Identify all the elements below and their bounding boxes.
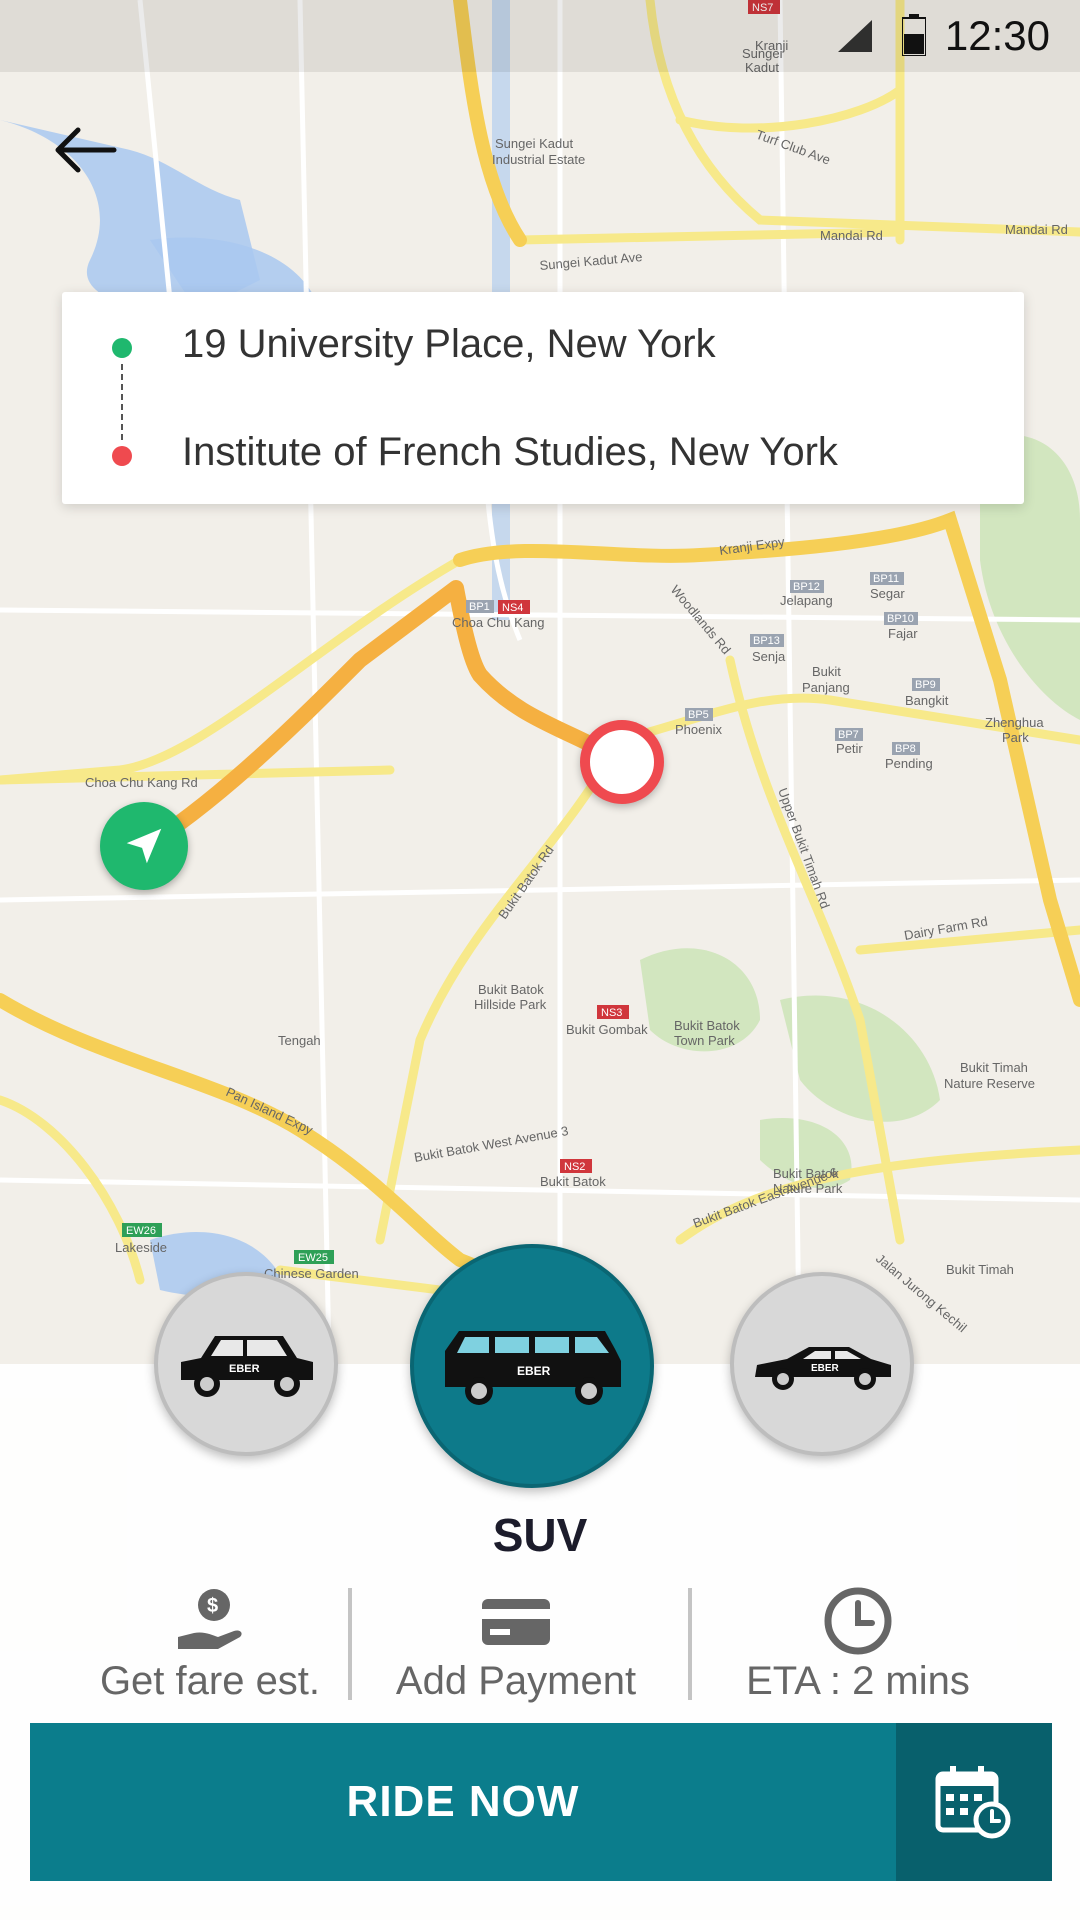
- navigation-arrow-icon: [126, 828, 162, 864]
- credit-card-icon: [482, 1599, 550, 1645]
- vehicle-option-sedan[interactable]: EBER: [730, 1272, 914, 1456]
- signal-icon: [838, 20, 872, 52]
- svg-text:BP7: BP7: [838, 729, 859, 741]
- svg-text:Bukit Timah: Bukit Timah: [960, 1060, 1028, 1075]
- svg-text:BP13: BP13: [753, 635, 780, 647]
- back-button[interactable]: [50, 120, 130, 200]
- svg-text:Phoenix: Phoenix: [675, 722, 722, 737]
- svg-text:Jelapang: Jelapang: [780, 593, 833, 608]
- ride-now-label: RIDE NOW: [346, 1777, 580, 1826]
- svg-text:BP10: BP10: [887, 613, 914, 625]
- fare-estimate-button[interactable]: $ Get fare est.: [40, 1585, 380, 1704]
- eta-label: ETA : 2 mins: [746, 1659, 970, 1703]
- svg-text:BP1: BP1: [469, 601, 490, 613]
- svg-text:Bukit Timah: Bukit Timah: [946, 1262, 1014, 1277]
- suv-car-icon: EBER: [445, 1331, 621, 1405]
- svg-text:Park: Park: [1002, 730, 1029, 745]
- svg-text:$: $: [207, 1595, 218, 1617]
- eta-info: ETA : 2 mins: [688, 1585, 1028, 1704]
- svg-text:Hillside Park: Hillside Park: [474, 997, 547, 1012]
- selected-vehicle-name: SUV: [492, 1509, 588, 1561]
- dropoff-marker[interactable]: [580, 720, 664, 804]
- svg-text:Bukit Batok: Bukit Batok: [478, 982, 544, 997]
- svg-text:Lakeside: Lakeside: [115, 1240, 167, 1255]
- svg-text:Tengah: Tengah: [278, 1033, 321, 1048]
- status-time: 12:30: [944, 12, 1050, 59]
- svg-text:BP12: BP12: [793, 581, 820, 593]
- svg-text:Senja: Senja: [752, 649, 786, 664]
- svg-text:Zhenghua: Zhenghua: [985, 715, 1044, 730]
- add-payment-button[interactable]: Add Payment: [346, 1585, 686, 1704]
- battery-icon: [902, 14, 926, 56]
- svg-text:BP9: BP9: [915, 679, 936, 691]
- dropoff-dot-icon: [112, 446, 132, 466]
- svg-text:Fajar: Fajar: [888, 626, 918, 641]
- svg-text:Segar: Segar: [870, 586, 905, 601]
- add-payment-label: Add Payment: [395, 1659, 637, 1703]
- sedan-car-icon: EBER: [755, 1347, 891, 1390]
- svg-text:Industrial Estate: Industrial Estate: [492, 152, 585, 167]
- svg-text:Nature Reserve: Nature Reserve: [944, 1076, 1035, 1091]
- pickup-dot-icon: [112, 338, 132, 358]
- dropoff-address[interactable]: Institute of French Studies, New York: [182, 430, 838, 475]
- route-connector: [121, 364, 123, 440]
- vehicle-option-hatchback[interactable]: EBER: [154, 1272, 338, 1456]
- svg-text:Bukit Batok: Bukit Batok: [540, 1174, 606, 1189]
- svg-text:Bukit: Bukit: [812, 664, 841, 679]
- fare-estimate-label: Get fare est.: [99, 1659, 321, 1703]
- svg-text:Choa Chu Kang Rd: Choa Chu Kang Rd: [85, 775, 198, 790]
- svg-text:Bangkit: Bangkit: [905, 693, 949, 708]
- svg-text:Bukit Batok: Bukit Batok: [674, 1018, 740, 1033]
- svg-text:Pending: Pending: [885, 756, 933, 771]
- svg-text:Bukit Gombak: Bukit Gombak: [566, 1022, 648, 1037]
- clock-icon: [824, 1587, 892, 1655]
- pickup-marker[interactable]: [100, 802, 188, 890]
- svg-text:NS2: NS2: [564, 1161, 585, 1173]
- svg-text:BP8: BP8: [895, 743, 916, 755]
- hatchback-car-icon: EBER: [181, 1336, 313, 1397]
- svg-text:EW26: EW26: [126, 1225, 156, 1237]
- svg-text:Mandai Rd: Mandai Rd: [1005, 222, 1068, 237]
- vehicle-brand-label: EBER: [229, 1363, 260, 1375]
- route-card: 19 University Place, New York Institute …: [62, 292, 1024, 504]
- status-bar: 12:30: [0, 0, 1080, 72]
- ride-now-button[interactable]: RIDE NOW: [30, 1723, 896, 1881]
- calendar-clock-icon: [935, 1766, 1011, 1839]
- svg-text:Petir: Petir: [836, 741, 863, 756]
- vehicle-brand-label: EBER: [517, 1364, 551, 1378]
- pickup-address[interactable]: 19 University Place, New York: [182, 322, 716, 367]
- schedule-ride-button[interactable]: [896, 1723, 1052, 1881]
- svg-text:NS3: NS3: [601, 1007, 622, 1019]
- vehicle-brand-label: EBER: [811, 1363, 840, 1374]
- back-arrow-icon: [55, 127, 117, 173]
- svg-text:Panjang: Panjang: [802, 680, 850, 695]
- fare-hand-icon: $: [178, 1589, 242, 1649]
- svg-text:NS4: NS4: [502, 602, 523, 614]
- svg-text:Town Park: Town Park: [674, 1033, 735, 1048]
- svg-text:Sungei Kadut: Sungei Kadut: [495, 136, 573, 151]
- svg-text:Mandai Rd: Mandai Rd: [820, 228, 883, 243]
- vehicle-option-suv[interactable]: EBER: [410, 1244, 654, 1488]
- svg-text:EW25: EW25: [298, 1252, 328, 1264]
- svg-text:BP11: BP11: [873, 573, 899, 585]
- svg-text:Choa Chu Kang: Choa Chu Kang: [452, 615, 545, 630]
- svg-text:BP5: BP5: [688, 709, 709, 721]
